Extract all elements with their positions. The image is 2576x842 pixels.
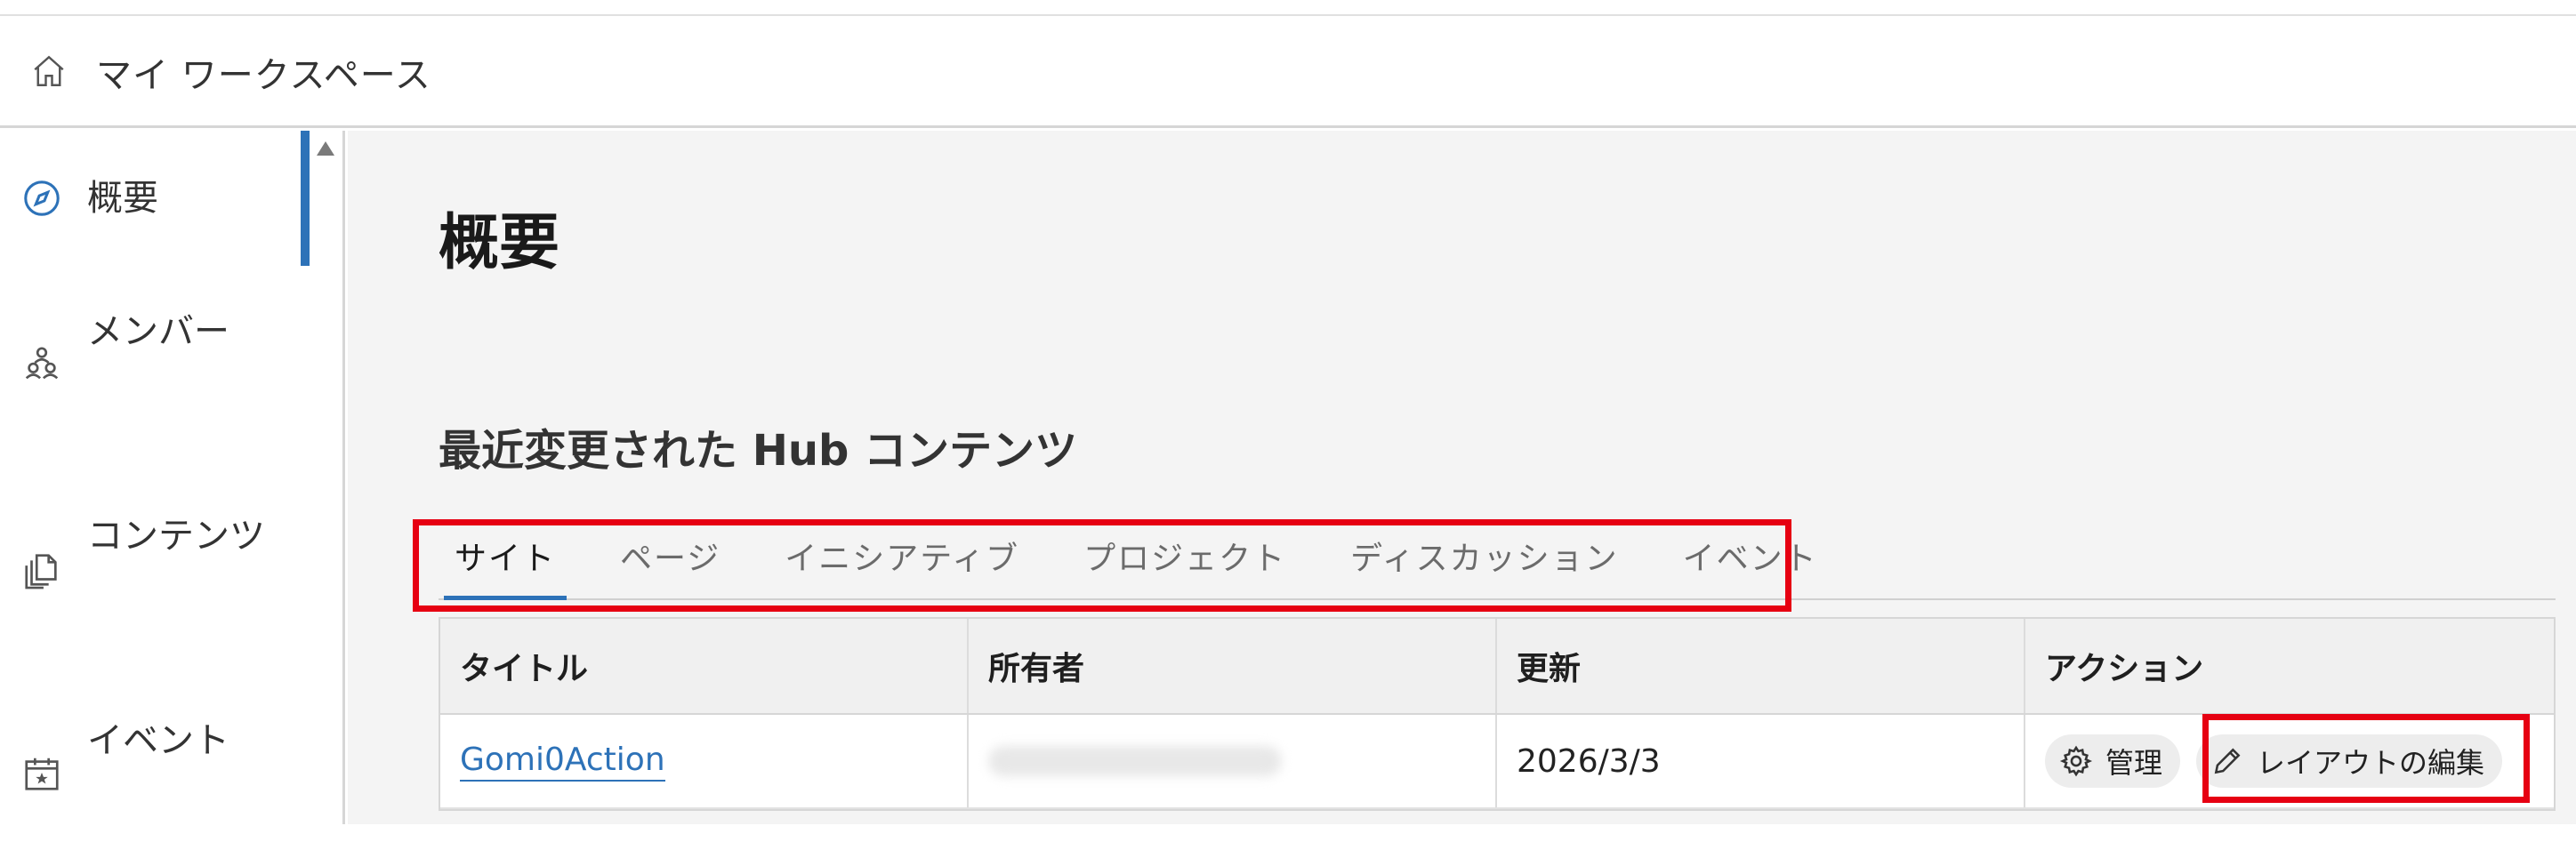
owner-redacted <box>988 746 1282 776</box>
workspace-title: マイ ワークスペース <box>96 55 431 96</box>
table-header-row: タイトル 所有者 更新 アクション <box>440 619 2554 715</box>
workspace-header: マイ ワークスペース <box>0 16 2576 128</box>
content-copy-icon <box>25 554 57 589</box>
section-title: 最近変更された Hub コンテンツ <box>439 426 1078 476</box>
sidebar-item-label: 概要 <box>87 178 158 219</box>
sidebar-item-overview[interactable]: 概要 <box>0 166 302 230</box>
sidebar-item-label: コンテンツ <box>87 516 265 557</box>
sidebar-item-label: メンバー <box>87 311 229 352</box>
sidebar-item-label: イベント <box>87 720 229 761</box>
gear-icon <box>2059 745 2093 777</box>
scroll-up-arrow-icon[interactable] <box>317 141 334 156</box>
calendar-star-icon <box>25 758 59 790</box>
tabs-highlight-box <box>413 519 1791 612</box>
sidebar-item-events[interactable]: イベント <box>0 709 302 842</box>
manage-button[interactable]: 管理 <box>2045 734 2181 788</box>
sidebar-item-members[interactable]: メンバー <box>0 300 302 433</box>
sidebar-item-content[interactable]: コンテンツ <box>0 504 302 638</box>
column-header-actions: アクション <box>2045 651 2204 687</box>
edit-layout-highlight-box <box>2202 714 2530 803</box>
column-header-owner[interactable]: 所有者 <box>969 619 1497 713</box>
column-header-updated[interactable]: 更新 <box>1497 619 2025 713</box>
column-header-title[interactable]: タイトル <box>440 619 969 713</box>
item-title-link[interactable]: Gomi0Action <box>460 742 665 782</box>
sidebar: 概要 メンバー コンテンツ イベント <box>0 131 345 824</box>
title-cell: Gomi0Action <box>440 715 969 807</box>
page-title: 概要 <box>439 208 560 278</box>
owner-cell <box>969 715 1497 807</box>
top-edge <box>0 0 2576 16</box>
home-icon[interactable] <box>30 52 68 91</box>
updated-cell: 2026/3/3 <box>1497 715 2025 807</box>
compass-icon <box>24 180 60 216</box>
members-icon <box>25 347 59 380</box>
manage-button-label: 管理 <box>2105 746 2163 780</box>
